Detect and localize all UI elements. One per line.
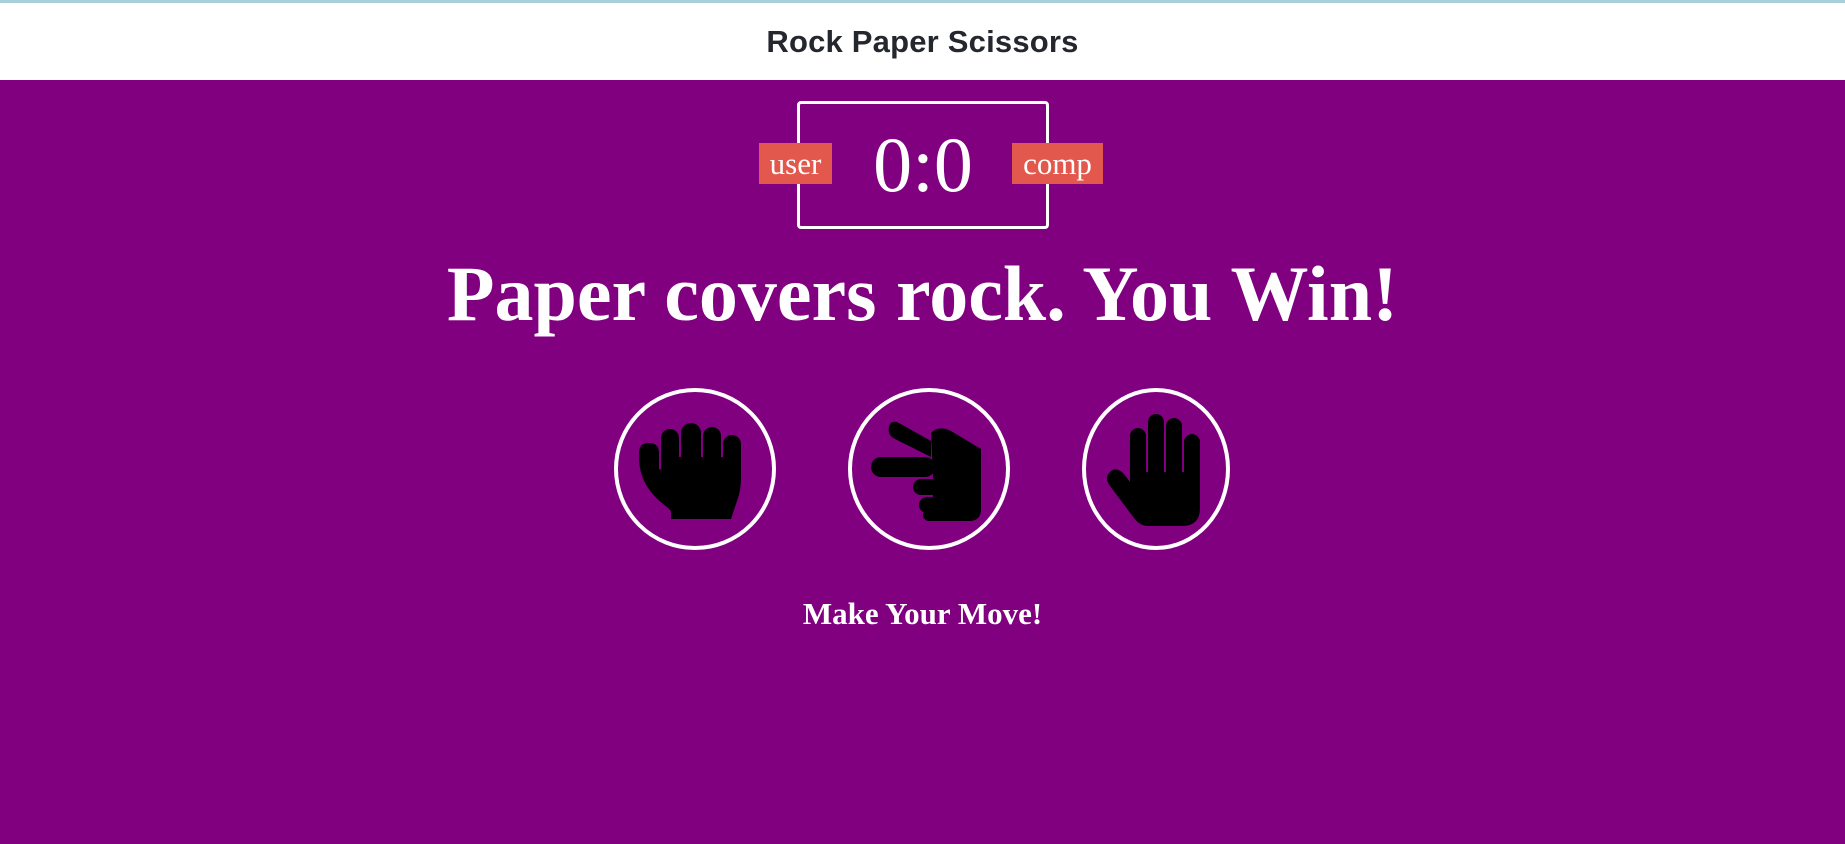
app-title: Rock Paper Scissors: [766, 23, 1079, 59]
scissors-choice-button[interactable]: [848, 388, 1010, 550]
score-display: 0:0: [873, 121, 973, 208]
rock-choice-button[interactable]: [614, 388, 776, 550]
hand-scissors-icon: [871, 421, 981, 521]
result-message: Paper covers rock. You Win!: [446, 250, 1399, 337]
app-header: Rock Paper Scissors: [0, 3, 1845, 80]
comp-label-badge: comp: [1012, 143, 1103, 184]
make-move-prompt: Make Your Move!: [802, 596, 1043, 631]
paper-choice-button[interactable]: [1082, 388, 1230, 550]
hand-rock-icon: [639, 423, 741, 519]
user-label-badge: user: [759, 143, 832, 184]
hand-paper-icon: [1107, 414, 1200, 526]
